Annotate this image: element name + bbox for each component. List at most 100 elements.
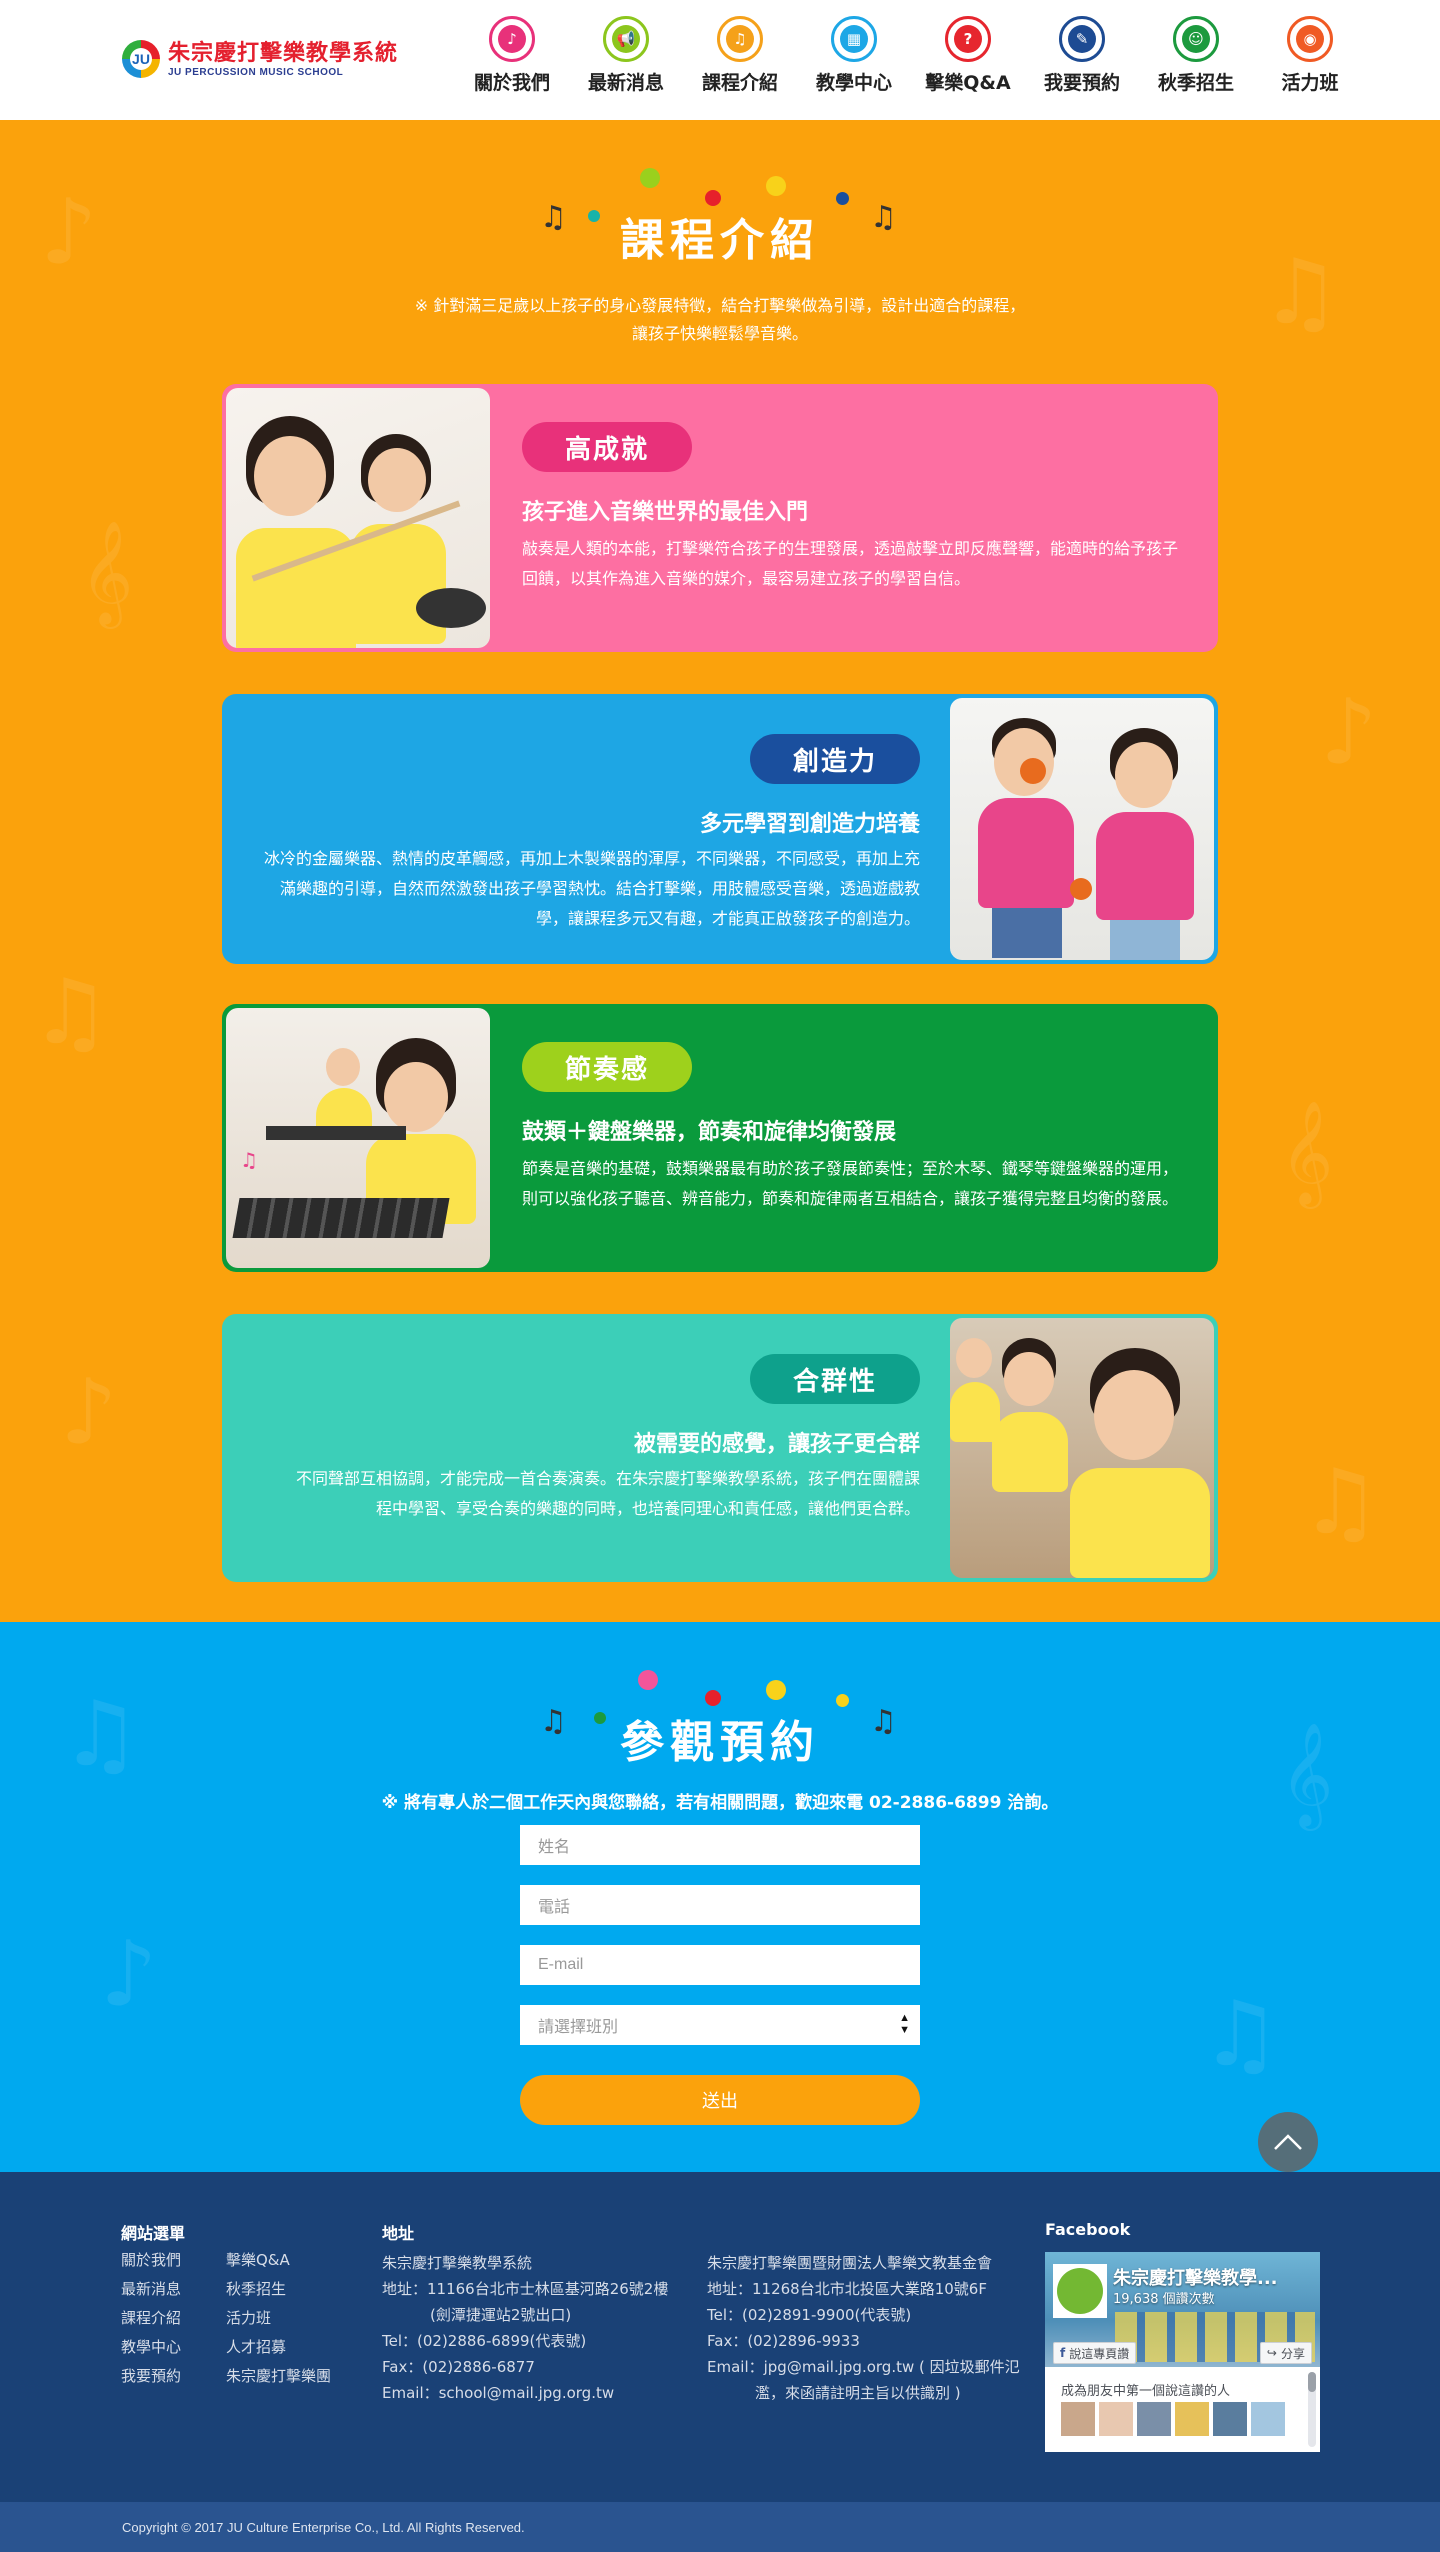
address-foundation: 朱宗慶打擊樂團暨財團法人擊樂文教基金會 地址：11268台北市北投區大業路10號… bbox=[707, 2250, 1020, 2406]
course-subtitle: 孩子進入音樂世界的最佳入門 bbox=[522, 500, 809, 525]
sitemap-title: 網站選單 bbox=[121, 2224, 186, 2243]
nav-label: 最新消息 bbox=[587, 72, 664, 94]
sitemap-link[interactable]: 秋季招生 bbox=[226, 2275, 331, 2304]
course-card-teamwork: 合群性 被需要的感覺，讓孩子更合群 不同聲部互相協調，才能完成一首合奏演奏。在朱… bbox=[222, 1314, 1218, 1582]
logo-mark-text: JU bbox=[130, 48, 152, 70]
facebook-share-button[interactable]: ↪ 分享 bbox=[1259, 2342, 1312, 2364]
booking-title: 參觀預約 bbox=[620, 1717, 820, 1768]
address-fax: Fax：(02)2886-6877 bbox=[382, 2358, 535, 2376]
sitemap-link[interactable]: 關於我們 bbox=[121, 2246, 181, 2275]
nav-item[interactable]: ? 擊樂Q&A bbox=[911, 16, 1025, 96]
sitemap-link[interactable]: 最新消息 bbox=[121, 2275, 181, 2304]
courses-title: 課程介紹 bbox=[620, 215, 820, 266]
courses-section: ♪ ♫ 𝄞 ♪ ♫ 𝄞 ♪ ♫ ♫ ♫ 課程介紹 ※ 針對滿三足歲以上孩子的身心… bbox=[0, 120, 1440, 1622]
course-body: 敲奏是人類的本能，打擊樂符合孩子的生理發展，透過敲擊立即反應聲響，能適時的給予孩… bbox=[522, 539, 1179, 588]
address-tel: Tel：(02)2886-6899(代表號) bbox=[382, 2332, 587, 2350]
address-name: 朱宗慶打擊樂團暨財團法人擊樂文教基金會 bbox=[707, 2254, 993, 2272]
course-photo bbox=[950, 1318, 1214, 1578]
nav-item[interactable]: ▦ 教學中心 bbox=[797, 16, 911, 96]
copyright: Copyright © 2017 JU Culture Enterprise C… bbox=[0, 2502, 1440, 2552]
facebook-avatar[interactable] bbox=[1053, 2264, 1107, 2318]
site-header: JU 朱宗慶打擊樂教學系統 JU PERCUSSION MUSIC SCHOOL… bbox=[0, 0, 1440, 120]
chat-icon: ? bbox=[954, 25, 982, 53]
logo-title: 朱宗慶打擊樂教學系統 bbox=[168, 40, 399, 66]
submit-button[interactable]: 送出 bbox=[520, 2075, 920, 2125]
nav-label: 秋季招生 bbox=[1157, 72, 1234, 94]
address-line: 地址：11268台北市北投區大業路10號6F bbox=[707, 2280, 987, 2298]
address-line: 地址：11166台北市士林區基河路26號2樓 bbox=[382, 2280, 669, 2298]
phone-placeholder: 電話 bbox=[538, 1899, 571, 1916]
sitemap-link[interactable]: 我要預約 bbox=[121, 2362, 181, 2391]
chevron-up-icon bbox=[1274, 2134, 1302, 2150]
logo-subtitle: JU PERCUSSION MUSIC SCHOOL bbox=[168, 66, 344, 78]
drum-icon: ◉ bbox=[1296, 25, 1324, 53]
name-placeholder: 姓名 bbox=[538, 1839, 571, 1856]
email-field[interactable]: E-mail bbox=[520, 1945, 920, 1985]
courses-description: ※ 針對滿三足歲以上孩子的身心發展特徵，結合打擊樂做為引導，設計出適合的課程， … bbox=[320, 292, 1120, 348]
facebook-friend-faces bbox=[1061, 2402, 1285, 2436]
back-to-top-button[interactable] bbox=[1258, 2112, 1318, 2172]
sitemap-link[interactable]: 活力班 bbox=[226, 2304, 331, 2333]
megaphone-icon: 📢 bbox=[612, 25, 640, 53]
course-tag: 節奏感 bbox=[522, 1042, 692, 1092]
sitemap-link[interactable]: 教學中心 bbox=[121, 2333, 181, 2362]
phone-field[interactable]: 電話 bbox=[520, 1885, 920, 1925]
nav-item[interactable]: ✎ 我要預約 bbox=[1025, 16, 1139, 96]
nav-label: 教學中心 bbox=[815, 72, 892, 94]
document-icon: ✎ bbox=[1068, 25, 1096, 53]
music-note-icon: ♪ bbox=[498, 25, 526, 53]
course-subtitle: 多元學習到創造力培養 bbox=[699, 812, 920, 837]
sitemap-col-1: 關於我們 最新消息 課程介紹 教學中心 我要預約 bbox=[121, 2246, 181, 2391]
course-subtitle: 鼓類＋鍵盤樂器，節奏和旋律均衡發展 bbox=[522, 1120, 897, 1145]
address-email-note: 濫，來函請註明主旨以供識別 ) bbox=[755, 2384, 961, 2402]
facebook-friends-text: 成為朋友中第一個說這讚的人 bbox=[1061, 2384, 1231, 2399]
nav-item[interactable]: ◉ 活力班 bbox=[1253, 16, 1367, 96]
booking-section: ♫ 𝄞 ♪ ♫ ♫ ♫ 參觀預約 ※ 將有專人於二個工作天內與您聯絡，若有相關問… bbox=[0, 1622, 1440, 2172]
name-field[interactable]: 姓名 bbox=[520, 1825, 920, 1865]
booking-title-decoration: ♫ ♫ 參觀預約 bbox=[520, 1670, 920, 1790]
share-icon: ↪ bbox=[1266, 2346, 1277, 2360]
course-subtitle: 被需要的感覺，讓孩子更合群 bbox=[633, 1432, 920, 1457]
address-fax: Fax：(02)2896-9933 bbox=[707, 2332, 860, 2350]
class-select-value: 請選擇班別 bbox=[538, 2019, 619, 2036]
course-body: 節奏是音樂的基礎，鼓類樂器最有助於孩子發展節奏性；至於木琴、鐵琴等鍵盤樂器的運用… bbox=[522, 1159, 1179, 1208]
course-photo: ♫ bbox=[226, 1008, 490, 1268]
sitemap-link[interactable]: 擊樂Q&A bbox=[226, 2246, 331, 2275]
address-name: 朱宗慶打擊樂教學系統 bbox=[382, 2254, 533, 2272]
facebook-like-button[interactable]: f 說這專頁讚 bbox=[1053, 2342, 1137, 2364]
sitemap-link[interactable]: 朱宗慶打擊樂團 bbox=[226, 2362, 331, 2391]
courses-desc-line: 讓孩子快樂輕鬆學音樂。 bbox=[631, 324, 808, 343]
facebook-title: Facebook bbox=[1045, 2220, 1131, 2239]
guitar-icon: ♫ bbox=[726, 25, 754, 53]
facebook-widget[interactable]: 朱宗慶打擊樂教學... 19,638 個讚次數 f 說這專頁讚 ↪ 分享 成為朋友中… bbox=[1045, 2252, 1320, 2452]
facebook-share-label: 分享 bbox=[1280, 2346, 1305, 2361]
course-body: 冰冷的金屬樂器、熱情的皮革觸感，再加上木製樂器的渾厚，不同樂器，不同感受，再加上… bbox=[263, 849, 920, 928]
logo-mark: JU bbox=[122, 40, 160, 78]
nav-item[interactable]: 📢 最新消息 bbox=[569, 16, 683, 96]
address-school: 朱宗慶打擊樂教學系統 地址：11166台北市士林區基河路26號2樓 (劍潭捷運站… bbox=[382, 2250, 668, 2406]
nav-item[interactable]: ☺ 秋季招生 bbox=[1139, 16, 1253, 96]
nav-item[interactable]: ♫ 課程介紹 bbox=[683, 16, 797, 96]
courses-desc-line: ※ 針對滿三足歲以上孩子的身心發展特徵，結合打擊樂做為引導，設計出適合的課程， bbox=[414, 296, 1026, 315]
booking-description: ※ 將有專人於二個工作天內與您聯絡，若有相關問題，歡迎來電 02-2886-68… bbox=[381, 1793, 1059, 1813]
facebook-scrollbar[interactable] bbox=[1308, 2372, 1316, 2447]
course-card-achievement: 高成就 孩子進入音樂世界的最佳入門 敲奏是人類的本能，打擊樂符合孩子的生理發展，… bbox=[222, 384, 1218, 652]
address-title: 地址 bbox=[382, 2224, 415, 2243]
course-photo bbox=[226, 388, 490, 648]
facebook-like-label: 說這專頁讚 bbox=[1069, 2346, 1130, 2361]
class-select[interactable]: 請選擇班別 ▲ ▼ bbox=[520, 2005, 920, 2045]
facebook-likes: 19,638 個讚次數 bbox=[1113, 2292, 1215, 2307]
site-footer: 網站選單 關於我們 最新消息 課程介紹 教學中心 我要預約 擊樂Q&A 秋季招生 活力班 人才… bbox=[0, 2172, 1440, 2502]
site-logo[interactable]: JU 朱宗慶打擊樂教學系統 JU PERCUSSION MUSIC SCHOOL bbox=[122, 34, 407, 84]
sitemap-col-2: 擊樂Q&A 秋季招生 活力班 人才招募 朱宗慶打擊樂團 bbox=[226, 2246, 331, 2391]
select-arrows-icon: ▲ ▼ bbox=[899, 2012, 910, 2036]
sitemap-link[interactable]: 人才招募 bbox=[226, 2333, 331, 2362]
building-icon: ▦ bbox=[840, 25, 868, 53]
address-tel: Tel：(02)2891-9900(代表號) bbox=[707, 2306, 912, 2324]
nav-label: 關於我們 bbox=[473, 72, 550, 94]
address-email[interactable]: Email：school@mail.jpg.org.tw bbox=[382, 2380, 668, 2406]
nav-item[interactable]: ♪ 關於我們 bbox=[455, 16, 569, 96]
address-email[interactable]: Email：jpg@mail.jpg.org.tw ( 因垃圾郵件氾 bbox=[707, 2354, 1020, 2380]
facebook-page-name[interactable]: 朱宗慶打擊樂教學... bbox=[1113, 2264, 1313, 2290]
sitemap-link[interactable]: 課程介紹 bbox=[121, 2304, 181, 2333]
